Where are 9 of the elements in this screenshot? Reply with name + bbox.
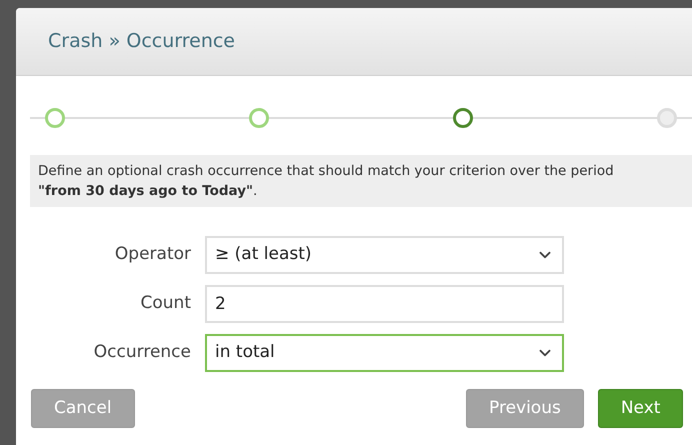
input-field[interactable]: 2 xyxy=(205,285,564,323)
dropdown[interactable]: ≥ (at least) xyxy=(205,236,564,274)
next-button[interactable]: Next xyxy=(598,389,684,428)
field-label: Count xyxy=(140,292,191,316)
description: Define an optional crash occurrence that should match your criterion over the period "from 30 days ago to Today". xyxy=(38,162,615,201)
field-label: Occurrence xyxy=(92,341,191,364)
dropdown[interactable]: in total xyxy=(205,334,564,372)
dialog-title: Crash » Occurrence xyxy=(48,29,235,54)
field-label: Operator xyxy=(114,243,191,266)
